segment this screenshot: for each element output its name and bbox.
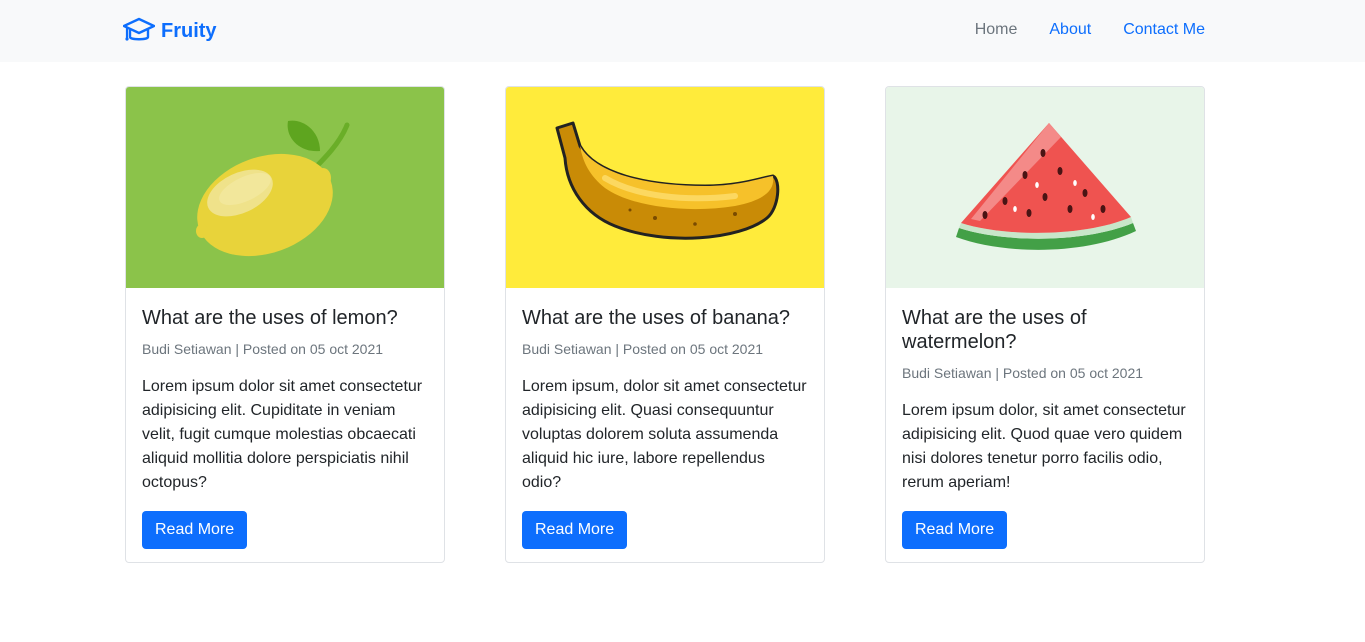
card-title: What are the uses of watermelon?: [902, 307, 1087, 353]
article-card-banana: What are the uses of banana? Budi Setiaw…: [505, 86, 825, 563]
navbar: Fruity Home About Contact Me: [0, 0, 1365, 62]
card-meta: Budi Setiawan | Posted on 05 oct 2021: [142, 341, 384, 357]
watermelon-illustration: [956, 122, 1136, 250]
card-meta: Budi Setiawan | Posted on 05 oct 2021: [902, 365, 1144, 381]
card-title: What are the uses of lemon?: [142, 307, 398, 329]
nav-link-contact[interactable]: Contact Me: [1123, 21, 1205, 39]
card-body: What are the uses of lemon? Budi Setiawa…: [126, 288, 444, 549]
brand-name: Fruity: [161, 19, 217, 42]
card-meta: Budi Setiawan | Posted on 05 oct 2021: [522, 341, 764, 357]
card-title: What are the uses of banana?: [522, 307, 790, 329]
article-card-lemon: What are the uses of lemon? Budi Setiawa…: [125, 86, 445, 563]
banana-illustration: [555, 121, 780, 240]
graduation-cap-icon: [122, 16, 156, 46]
card-image-banana: [506, 87, 824, 288]
lemon-illustration: [196, 120, 350, 256]
card-text: Lorem ipsum dolor sit amet consectetur a…: [142, 378, 423, 491]
card-body: What are the uses of watermelon? Budi Se…: [886, 288, 1204, 549]
card-body: What are the uses of banana? Budi Setiaw…: [506, 288, 824, 549]
read-more-button[interactable]: Read More: [902, 511, 1008, 549]
card-image-lemon: [126, 87, 444, 288]
nav-links: Home About Contact Me: [943, 21, 1205, 39]
card-text: Lorem ipsum dolor, sit amet consectetur …: [902, 402, 1186, 491]
card-text: Lorem ipsum, dolor sit amet consectetur …: [522, 378, 807, 491]
nav-link-home[interactable]: Home: [975, 21, 1018, 39]
read-more-button[interactable]: Read More: [522, 511, 628, 549]
article-card-watermelon: What are the uses of watermelon? Budi Se…: [885, 86, 1205, 563]
read-more-button[interactable]: Read More: [142, 511, 248, 549]
nav-link-about[interactable]: About: [1049, 21, 1091, 39]
brand-link[interactable]: Fruity: [122, 16, 217, 46]
card-image-watermelon: [886, 87, 1204, 288]
